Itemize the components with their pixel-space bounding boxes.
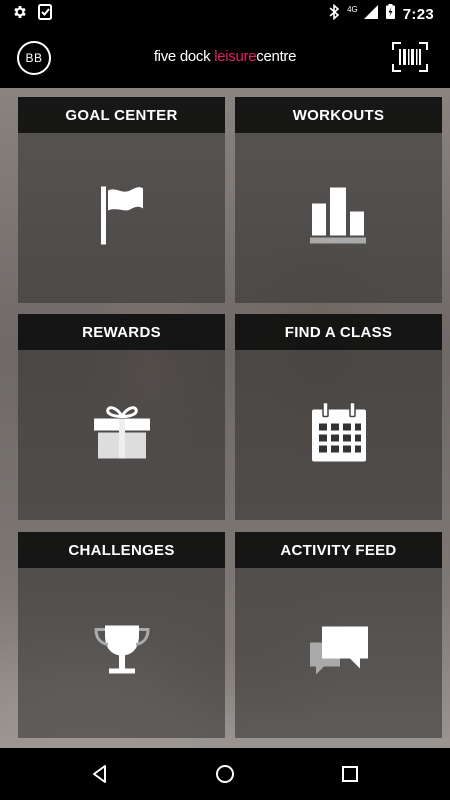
status-bar: 4G 7:23 xyxy=(0,0,450,28)
bluetooth-icon xyxy=(329,3,340,25)
tile-challenges[interactable]: CHALLENGES xyxy=(18,532,225,738)
tile-title: GOAL CENTER xyxy=(18,97,225,133)
brand-prefix: five dock xyxy=(153,48,215,65)
gift-icon xyxy=(92,405,152,466)
brand-accent: leisure xyxy=(214,48,257,65)
chat-bubbles-icon xyxy=(308,623,370,684)
tile-title: CHALLENGES xyxy=(18,532,225,568)
home-button[interactable] xyxy=(213,762,237,786)
barcode-scan-icon xyxy=(392,42,428,76)
tile-title: FIND A CLASS xyxy=(235,314,442,350)
recents-icon xyxy=(338,766,362,790)
tile-title: REWARDS xyxy=(18,314,225,350)
clock: 7:23 xyxy=(402,5,434,23)
recents-button[interactable] xyxy=(338,762,362,786)
barcode-scan-button[interactable] xyxy=(392,42,428,72)
app-header: BB five dock leisurecentre xyxy=(0,28,450,88)
battery-charging-icon xyxy=(385,4,395,24)
home-icon xyxy=(213,765,237,790)
tile-workouts[interactable]: WORKOUTS xyxy=(235,97,442,303)
tile-title: WORKOUTS xyxy=(235,97,442,133)
tile-rewards[interactable]: REWARDS xyxy=(18,314,225,520)
network-type: 4G xyxy=(347,4,358,14)
calendar-icon xyxy=(310,401,368,469)
tile-activity-feed[interactable]: ACTIVITY FEED xyxy=(235,532,442,738)
clipboard-check-icon xyxy=(38,3,52,25)
signal-icon xyxy=(363,4,378,24)
tile-goal-center[interactable]: GOAL CENTER xyxy=(18,97,225,303)
system-nav-bar xyxy=(0,748,450,800)
back-icon xyxy=(88,765,112,790)
tile-title: ACTIVITY FEED xyxy=(235,532,442,568)
trophy-icon xyxy=(93,622,151,685)
settings-icon xyxy=(12,4,28,25)
bar-chart-icon xyxy=(309,186,368,251)
flag-icon xyxy=(99,185,145,252)
back-button[interactable] xyxy=(88,762,112,786)
brand-logo: five dock leisurecentre xyxy=(0,48,450,65)
brand-suffix: centre xyxy=(256,48,297,65)
tile-find-a-class[interactable]: FIND A CLASS xyxy=(235,314,442,520)
